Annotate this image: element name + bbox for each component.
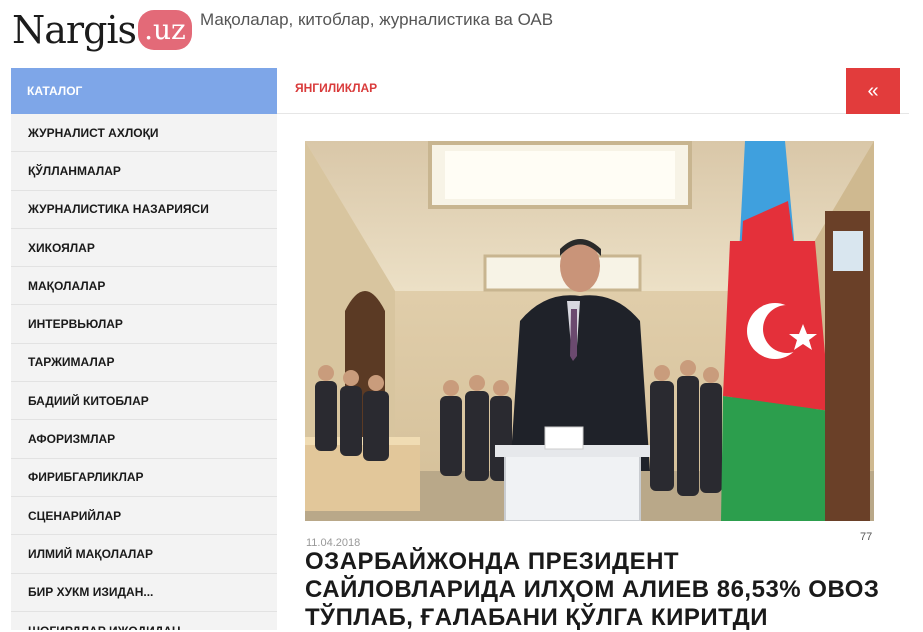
news-section-header: ЯНГИЛИКЛАР «	[277, 68, 909, 114]
catalog-list: ЖУРНАЛИСТ АХЛОҚИ ҚЎЛЛАНМАЛАР ЖУРНАЛИСТИК…	[11, 114, 277, 630]
voting-photo-illustration	[305, 141, 874, 521]
catalog-item-manuals[interactable]: ҚЎЛЛАНМАЛАР	[11, 152, 277, 191]
catalog-item-journalism-theory[interactable]: ЖУРНАЛИСТИКА НАЗАРИЯСИ	[11, 191, 277, 229]
catalog-item-fiction-books[interactable]: БАДИИЙ КИТОБЛАР	[11, 382, 277, 421]
catalog-item-frauds[interactable]: ФИРИБГАРЛИКЛАР	[11, 459, 277, 497]
site-logo[interactable]: Nargis .uz	[12, 0, 192, 60]
news-section-title: ЯНГИЛИКЛАР	[295, 81, 378, 95]
catalog-header: КАТАЛОГ	[11, 68, 277, 114]
logo-text: Nargis	[12, 8, 137, 52]
catalog-item-translations[interactable]: ТАРЖИМАЛАР	[11, 344, 277, 383]
catalog-item-scientific-articles[interactable]: ИЛМИЙ МАҚОЛАЛАР	[11, 535, 277, 574]
article-view-count: 77	[860, 531, 873, 543]
catalog-item-one-verdict[interactable]: БИР ХУКМ ИЗИДАН...	[11, 574, 277, 612]
catalog-item-articles[interactable]: МАҚОЛАЛАР	[11, 267, 277, 306]
article-title[interactable]: ОЗАРБАЙЖОНДА ПРЕЗИДЕНТ САЙЛОВЛАРИДА ИЛҲО…	[305, 548, 885, 632]
catalog-item-interviews[interactable]: ИНТЕРВЬЮЛАР	[11, 305, 277, 344]
catalog-item-scenarios[interactable]: СЦЕНАРИЙЛАР	[11, 497, 277, 536]
article-photo[interactable]	[305, 141, 874, 521]
catalog-item-stories[interactable]: ХИКОЯЛАР	[11, 229, 277, 268]
catalog-item-students-works[interactable]: ШОГИРДЛАР ИЖОДИДАН	[11, 612, 277, 631]
collapse-sidebar-button[interactable]: «	[846, 68, 900, 114]
site-tagline: Мақолалар, китоблар, журналистика ва ОАВ	[200, 10, 554, 29]
logo-domain-badge: .uz	[138, 10, 192, 50]
catalog-item-aphorisms[interactable]: АФОРИЗМЛАР	[11, 420, 277, 459]
catalog-item-journalist-ethics[interactable]: ЖУРНАЛИСТ АХЛОҚИ	[11, 114, 277, 153]
catalog-sidebar: КАТАЛОГ ЖУРНАЛИСТ АХЛОҚИ ҚЎЛЛАНМАЛАР ЖУР…	[11, 68, 277, 630]
